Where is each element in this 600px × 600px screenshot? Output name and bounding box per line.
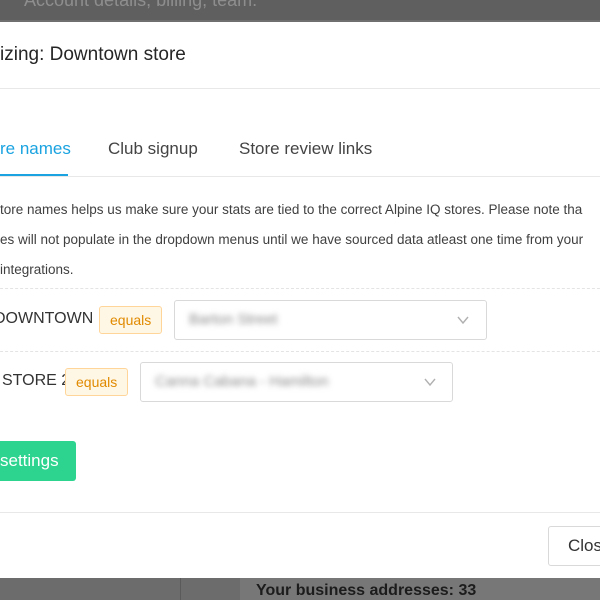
store-name-label: STORE 2 — [2, 372, 71, 389]
business-addresses-count: Your business addresses: 33 — [256, 582, 477, 599]
tab-store-review-links[interactable]: Store review links — [239, 139, 372, 159]
store-select-value: Canna Cabana - Hamilton — [155, 373, 329, 390]
save-settings-button[interactable]: settings — [0, 441, 76, 481]
close-button[interactable]: Clos — [548, 526, 600, 566]
close-button-label: Clos — [568, 536, 600, 555]
modal-title: izing: Downtown store — [0, 44, 186, 65]
description-line: es will not populate in the dropdown men… — [0, 232, 584, 247]
description-line: tore names helps us make sure your stats… — [0, 202, 583, 217]
store-select[interactable]: Canna Cabana - Hamilton — [140, 362, 453, 402]
store-mapping-row: STORE 2 equals Canna Cabana - Hamilton — [0, 362, 600, 404]
save-settings-label: settings — [0, 451, 59, 470]
store-name-label: DOWNTOWN — [0, 310, 94, 327]
store-settings-modal: izing: Downtown store re names Club sign… — [0, 22, 600, 578]
tab-club-signup[interactable]: Club signup — [108, 139, 198, 159]
chevron-down-icon — [457, 316, 469, 325]
equals-badge: equals — [99, 306, 163, 334]
store-names-description: tore names helps us make sure your stats… — [0, 195, 600, 285]
chevron-down-icon — [424, 378, 436, 387]
modal-footer: Clos — [0, 512, 600, 578]
equals-badge: equals — [65, 368, 129, 396]
divider — [0, 288, 600, 289]
divider — [0, 351, 600, 352]
store-select-value: Barton Street — [189, 311, 278, 328]
tab-bar: re names Club signup Store review links — [0, 122, 600, 177]
tab-store-names[interactable]: re names — [0, 139, 71, 159]
background-header-text: Account details, billing, team. — [24, 0, 258, 10]
store-select[interactable]: Barton Street — [174, 300, 487, 340]
background-divider — [180, 578, 181, 600]
description-line: integrations. — [0, 262, 74, 277]
modal-header: izing: Downtown store — [0, 22, 600, 89]
background-footer: Your business addresses: 33 — [0, 578, 600, 600]
store-mapping-row: DOWNTOWN equals Barton Street — [0, 300, 600, 342]
background-header: Account details, billing, team. — [0, 0, 600, 20]
active-tab-indicator — [0, 174, 68, 176]
